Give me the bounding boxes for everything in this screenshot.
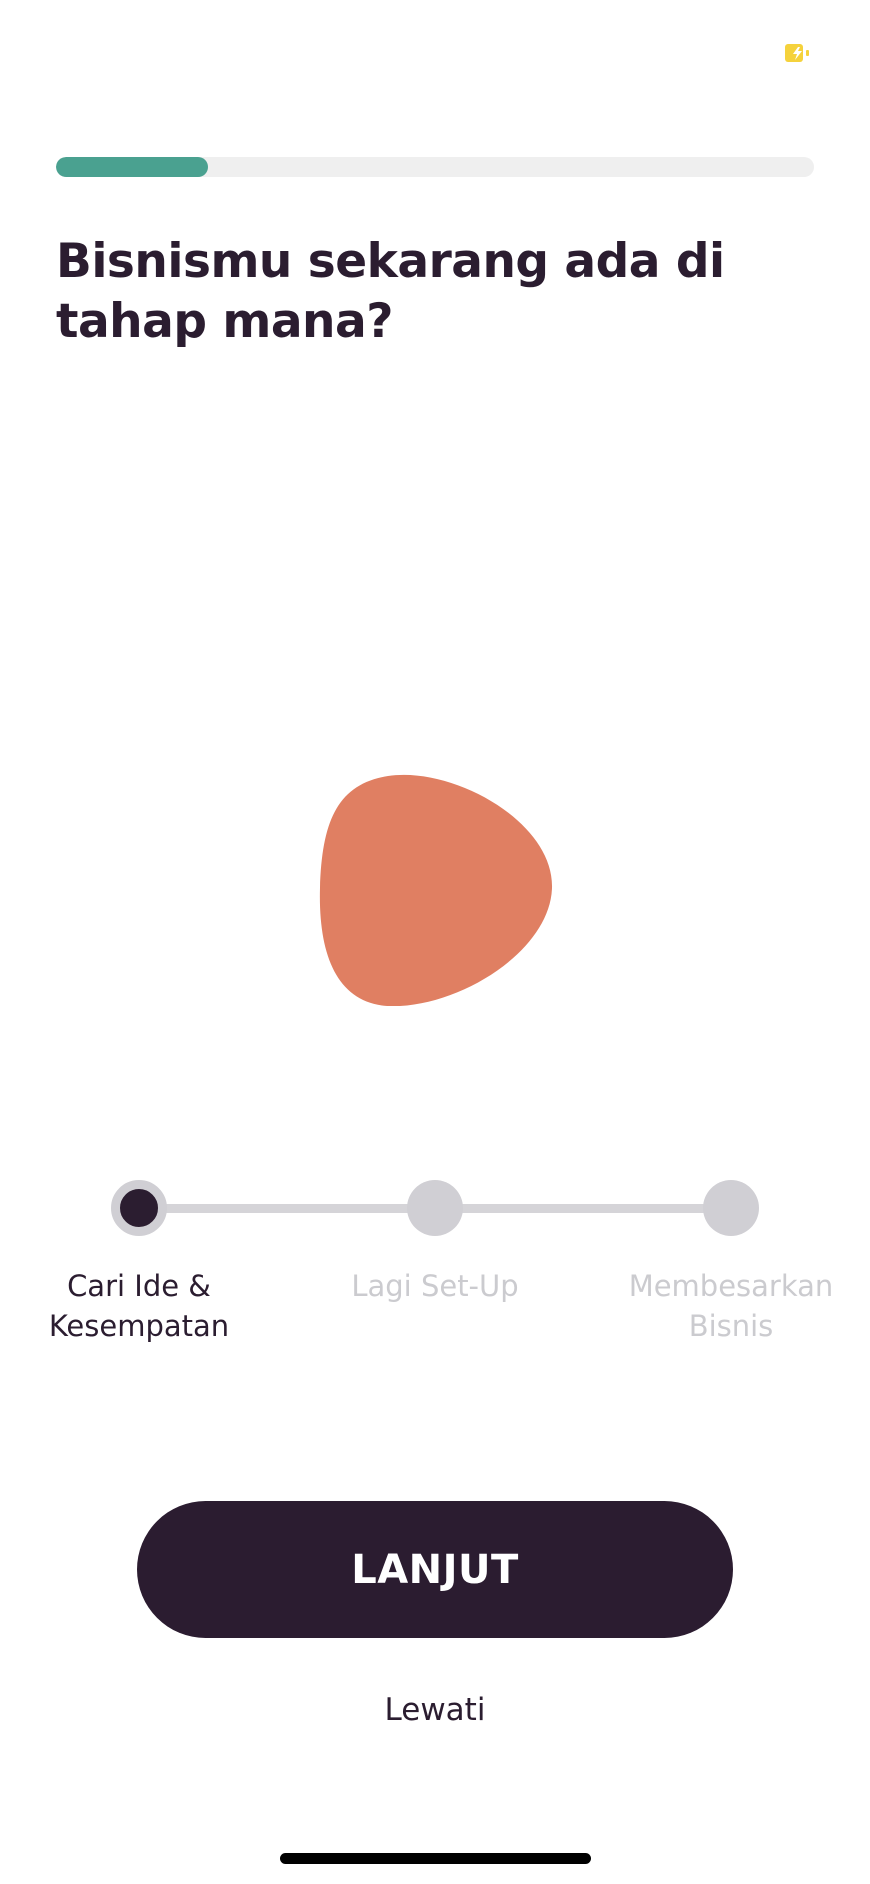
- stage-dot: [703, 1180, 759, 1236]
- stage-option-setup[interactable]: Lagi Set-Up: [320, 1180, 550, 1306]
- onboarding-progress-bar: [56, 157, 814, 177]
- business-stage-stepper: Cari Ide & Kesempatan Lagi Set-Up Membes…: [0, 1170, 870, 1350]
- continue-button[interactable]: LANJUT: [137, 1501, 733, 1638]
- stage-label: Cari Ide & Kesempatan: [48, 1269, 230, 1343]
- progress-bar-fill: [56, 157, 208, 177]
- page-title: Bisnismu sekarang ada di tahap mana?: [56, 234, 725, 349]
- home-indicator: [280, 1853, 591, 1864]
- stage-dot-selected: [111, 1180, 167, 1236]
- stage-label: Lagi Set-Up: [351, 1269, 519, 1303]
- stage-label: Membesarkan Bisnis: [628, 1269, 834, 1343]
- stage-option-grow[interactable]: Membesarkan Bisnis: [616, 1180, 846, 1346]
- battery-charging-icon: [785, 44, 809, 62]
- stage-dot: [407, 1180, 463, 1236]
- stage-blob-illustration: [319, 774, 553, 1006]
- stage-option-idea[interactable]: Cari Ide & Kesempatan: [24, 1180, 254, 1346]
- skip-link[interactable]: Lewati: [0, 1690, 870, 1730]
